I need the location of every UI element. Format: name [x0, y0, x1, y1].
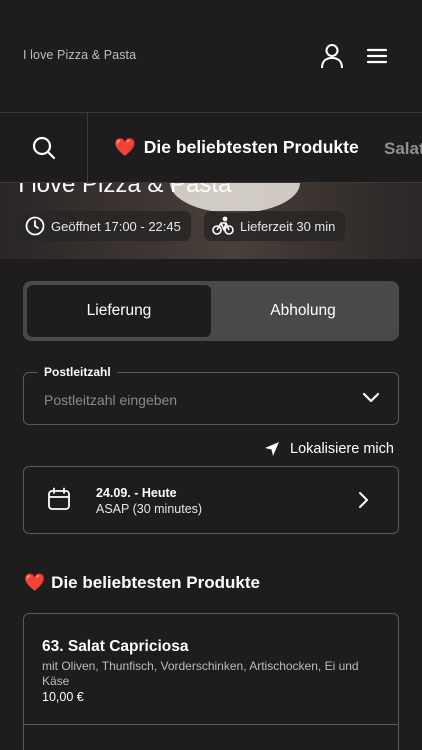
postcode-input[interactable]	[44, 373, 344, 426]
brand-name[interactable]: I love Pizza & Pasta	[23, 48, 136, 62]
selected-time: ASAP (30 minutes)	[96, 502, 203, 516]
category-tab-label: Die beliebtesten Produkte	[143, 137, 359, 157]
hamburger-menu-icon[interactable]	[362, 41, 392, 71]
search-icon[interactable]	[0, 113, 88, 182]
opening-hours-text: Geöffnet 17:00 - 22:45	[51, 218, 181, 234]
opening-hours-chip: Geöffnet 17:00 - 22:45	[17, 211, 191, 241]
product-name: 63. Salat Capriciosa	[42, 638, 189, 655]
hero-banner: I love Pizza & Pasta Geöffnet 17:00 - 22…	[0, 183, 422, 259]
delivery-time-selector[interactable]: 24.09. - Heute ASAP (30 minutes)	[23, 466, 399, 534]
section-title-popular: ❤️ Die beliebtesten Produkte	[24, 573, 260, 593]
divider	[24, 724, 398, 725]
category-tab-popular[interactable]: ❤️ Die beliebtesten Produkte	[114, 137, 359, 158]
location-arrow-icon	[265, 442, 279, 456]
product-item[interactable]: 63. Salat Capriciosa mit Oliven, Thunfis…	[42, 638, 382, 704]
user-icon[interactable]	[317, 41, 347, 71]
top-bar: I love Pizza & Pasta	[0, 0, 422, 112]
hero-title: I love Pizza & Pasta	[18, 183, 232, 198]
heart-icon: ❤️	[114, 137, 136, 157]
locate-me-button[interactable]: Lokalisiere mich	[264, 441, 394, 457]
product-list: 63. Salat Capriciosa mit Oliven, Thunfis…	[23, 613, 399, 750]
selected-date: 24.09. - Heute	[96, 486, 177, 500]
locate-me-label: Lokalisiere mich	[290, 441, 394, 457]
clock-icon	[25, 216, 45, 236]
pickup-option[interactable]: Abholung	[211, 285, 395, 337]
delivery-time-chip: Lieferzeit 30 min	[204, 211, 346, 241]
section-title-text: Die beliebtesten Produkte	[51, 573, 260, 592]
heart-icon: ❤️	[24, 573, 46, 592]
category-tab-salat[interactable]: Salat	[384, 139, 422, 159]
product-price: 10,00 €	[42, 690, 84, 704]
delivery-option[interactable]: Lieferung	[27, 285, 211, 337]
delivery-mode-toggle: Lieferung Abholung	[23, 281, 399, 341]
product-description: mit Oliven, Thunfisch, Vorderschinken, A…	[42, 659, 359, 688]
chevron-down-icon[interactable]	[362, 392, 380, 404]
chevron-right-icon	[359, 492, 368, 508]
category-bar: ❤️ Die beliebtesten Produkte Salat	[0, 112, 422, 183]
postcode-field[interactable]: Postleitzahl	[23, 365, 399, 426]
bicycle-icon	[212, 216, 234, 235]
delivery-time-text: Lieferzeit 30 min	[240, 218, 336, 234]
calendar-icon	[48, 487, 70, 510]
